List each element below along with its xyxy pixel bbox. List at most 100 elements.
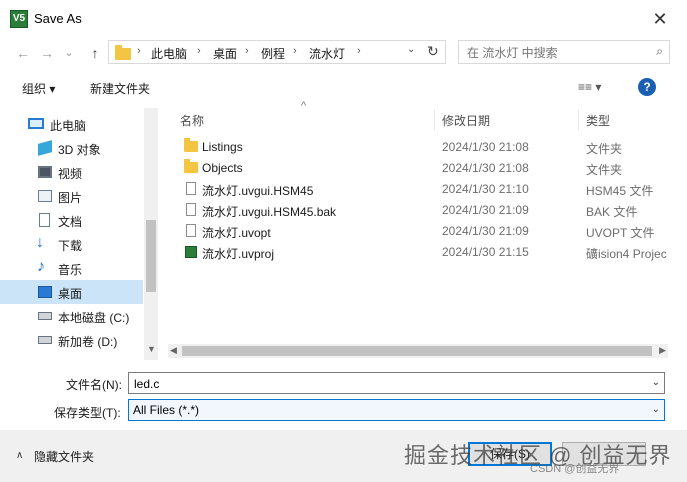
pc-icon (28, 118, 44, 129)
save-as-dialog: V5 Save As ✕ ← → ⌄ ↑ › 此电脑 › 桌面 › 例程 › 流… (0, 0, 687, 482)
sidebar-item-drive-c[interactable]: 本地磁盘 (C:) (0, 304, 143, 328)
scroll-down-arrow[interactable]: ▼ (147, 344, 156, 354)
file-list: ^ 名称 修改日期 类型 Listings 2024/1/30 21:08 文件… (168, 100, 668, 342)
organize-button[interactable]: 组织 ▾ (22, 80, 55, 97)
sidebar-item-3d-objects[interactable]: 3D 对象 (0, 136, 143, 160)
breadcrumb-examples[interactable]: 例程 (261, 45, 285, 62)
sidebar-item-this-pc[interactable]: 此电脑 (0, 112, 143, 136)
navigation-pane: 此电脑 3D 对象 视频 图片 文档 ↓ 下载 ♪ 音乐 桌面 本地磁盘 (C:… (0, 108, 158, 360)
sidebar-label: 图片 (58, 191, 83, 205)
recent-locations-button[interactable]: ⌄ (60, 44, 78, 62)
file-name: Objects (202, 161, 243, 175)
view-options-button[interactable]: ≡≡ ▾ (578, 80, 601, 94)
download-icon: ↓ (36, 234, 44, 251)
back-button[interactable]: ← (14, 44, 32, 62)
sidebar-label: 新加卷 (D:) (58, 335, 118, 349)
file-icon (186, 203, 196, 216)
file-row[interactable]: Listings 2024/1/30 21:08 文件夹 (168, 137, 668, 158)
help-icon[interactable]: ? (638, 78, 656, 96)
breadcrumb-desktop[interactable]: 桌面 (213, 45, 237, 62)
sidebar-item-drive-d[interactable]: 新加卷 (D:) (0, 328, 143, 352)
file-name: 流水灯.uvgui.HSM45.bak (202, 205, 337, 219)
file-row[interactable]: 流水灯.uvopt 2024/1/30 21:09 UVOPT 文件 (168, 221, 668, 242)
breadcrumb-separator: › (245, 45, 249, 57)
address-bar[interactable]: › 此电脑 › 桌面 › 例程 › 流水灯 › ⌄ ↻ (108, 40, 446, 64)
file-date: 2024/1/30 21:08 (442, 161, 529, 175)
nav-pane-scroll-thumb[interactable] (146, 220, 156, 292)
sidebar-item-downloads[interactable]: ↓ 下载 (0, 232, 143, 256)
breadcrumb-separator: › (197, 45, 201, 57)
scroll-right-arrow[interactable]: ▶ (659, 345, 666, 356)
save-type-value: All Files (*.*) (133, 403, 200, 417)
breadcrumb-current[interactable]: 流水灯 (309, 45, 345, 62)
search-icon: ⌕ (656, 44, 663, 58)
chevron-up-icon[interactable]: ∧ (16, 450, 23, 461)
file-row[interactable]: Objects 2024/1/30 21:08 文件夹 (168, 158, 668, 179)
sidebar-item-documents[interactable]: 文档 (0, 208, 143, 232)
file-row[interactable]: 流水灯.uvproj 2024/1/30 21:15 礦ision4 Proje… (168, 242, 668, 263)
file-icon (186, 182, 196, 195)
file-list-scroll-thumb[interactable] (182, 346, 652, 356)
breadcrumb-separator: › (137, 45, 141, 57)
sidebar-label: 下载 (58, 239, 83, 253)
column-divider[interactable] (434, 110, 435, 130)
drive-icon (38, 312, 52, 320)
forward-button[interactable]: → (38, 44, 56, 62)
file-row[interactable]: 流水灯.uvgui.HSM45.bak 2024/1/30 21:09 BAK … (168, 200, 668, 221)
filename-combobox[interactable]: ⌄ (128, 372, 665, 394)
column-header-type[interactable]: 类型 (586, 112, 610, 129)
file-type: 文件夹 (586, 163, 623, 177)
file-row[interactable]: 流水灯.uvgui.HSM45 2024/1/30 21:10 HSM45 文件 (168, 179, 668, 200)
sidebar-label: 此电脑 (50, 119, 87, 133)
app-icon: V5 (10, 10, 28, 28)
chevron-down-icon[interactable]: ⌄ (652, 377, 660, 388)
search-input[interactable] (465, 45, 669, 61)
file-name: Listings (202, 140, 243, 154)
breadcrumb-this-pc[interactable]: 此电脑 (151, 45, 187, 62)
sidebar-label: 本地磁盘 (C:) (58, 311, 130, 325)
sidebar-label: 文档 (58, 215, 83, 229)
file-type: BAK 文件 (586, 205, 638, 219)
pictures-icon (38, 190, 52, 202)
save-type-label: 保存类型(T): (54, 406, 121, 420)
sidebar-label: 桌面 (58, 287, 83, 301)
sidebar-item-desktop[interactable]: 桌面 (0, 280, 143, 304)
refresh-icon[interactable]: ↻ (427, 43, 439, 60)
documents-icon (39, 213, 50, 227)
hide-folders-toggle[interactable]: 隐藏文件夹 (34, 448, 94, 465)
title-bar (0, 0, 687, 38)
sidebar-item-pictures[interactable]: 图片 (0, 184, 143, 208)
window-title: Save As (34, 11, 82, 26)
file-type: 礦ision4 Projec (586, 247, 667, 261)
filename-label: 文件名(N): (66, 378, 122, 392)
drive-icon (38, 336, 52, 344)
filename-input[interactable] (132, 376, 636, 392)
file-name: 流水灯.uvproj (202, 247, 275, 261)
folder-icon (184, 159, 198, 173)
watermark-small: CSDN @创益无界 (530, 463, 620, 475)
uvision-project-icon (185, 246, 197, 258)
breadcrumb-separator: › (293, 45, 297, 57)
search-box[interactable]: ⌕ (458, 40, 670, 64)
desktop-icon (38, 286, 52, 298)
sidebar-item-music[interactable]: ♪ 音乐 (0, 256, 143, 280)
chevron-down-icon[interactable]: ⌄ (652, 404, 660, 415)
file-date: 2024/1/30 21:08 (442, 140, 529, 154)
new-folder-button[interactable]: 新建文件夹 (90, 80, 150, 97)
file-type: UVOPT 文件 (586, 226, 655, 240)
column-divider[interactable] (578, 110, 579, 130)
sidebar-item-video[interactable]: 视频 (0, 160, 143, 184)
close-button[interactable]: ✕ (640, 4, 680, 34)
sidebar-label: 3D 对象 (58, 143, 101, 157)
video-icon (38, 166, 52, 178)
breadcrumb-separator: › (357, 45, 361, 57)
scroll-left-arrow[interactable]: ◀ (170, 345, 177, 356)
file-name: 流水灯.uvopt (202, 226, 271, 240)
up-button[interactable]: ↑ (86, 44, 104, 62)
3d-objects-icon (38, 140, 52, 156)
chevron-down-icon[interactable]: ⌄ (407, 44, 415, 55)
column-header-date[interactable]: 修改日期 (442, 112, 490, 129)
save-type-select[interactable]: All Files (*.*) ⌄ (128, 399, 665, 421)
column-header-name[interactable]: 名称 (180, 112, 204, 129)
file-type: 文件夹 (586, 142, 623, 156)
